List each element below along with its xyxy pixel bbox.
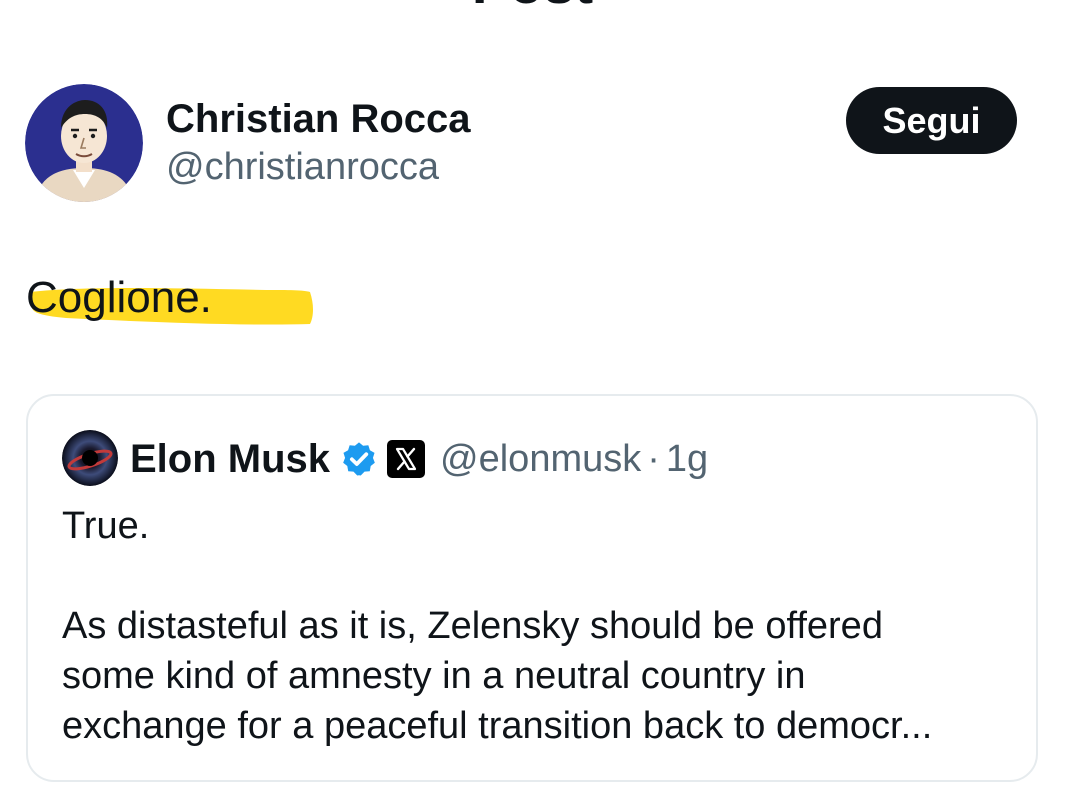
quoted-post-header: Elon Musk @elonmusk · 1g [130,430,708,488]
quoted-post-timestamp[interactable]: 1g [666,438,708,481]
x-logo-icon [387,440,426,478]
black-hole-avatar-icon [62,430,118,486]
quoted-author-handle[interactable]: @elonmusk [440,438,641,481]
separator-dot: · [647,437,660,480]
quoted-text-line: some kind of amnesty in a neutral countr… [62,655,806,697]
author-avatar[interactable] [25,84,143,202]
quoted-post-card[interactable]: Elon Musk @elonmusk · 1g True. As distas… [26,394,1038,782]
quoted-text-line: As distasteful as it is, Zelensky should… [62,605,883,647]
quoted-author-name[interactable]: Elon Musk [130,437,330,482]
quoted-text-line: True. [62,505,150,547]
post-text: Coglione. [26,273,212,322]
follow-button[interactable]: Segui [846,87,1017,154]
author-handle[interactable]: @christianrocca [166,144,439,190]
quoted-author-avatar[interactable] [62,430,118,486]
verified-badge-icon [343,442,375,476]
quoted-post-text: True. As distasteful as it is, Zelensky … [62,501,1022,751]
post-text-container: Coglione. [26,270,313,334]
top-header: Post [0,0,1065,20]
author-name[interactable]: Christian Rocca [166,96,471,142]
page-title: Post [0,0,1065,14]
illustrated-portrait-avatar [25,84,143,202]
quoted-text-line: exchange for a peaceful transition back … [62,705,933,747]
